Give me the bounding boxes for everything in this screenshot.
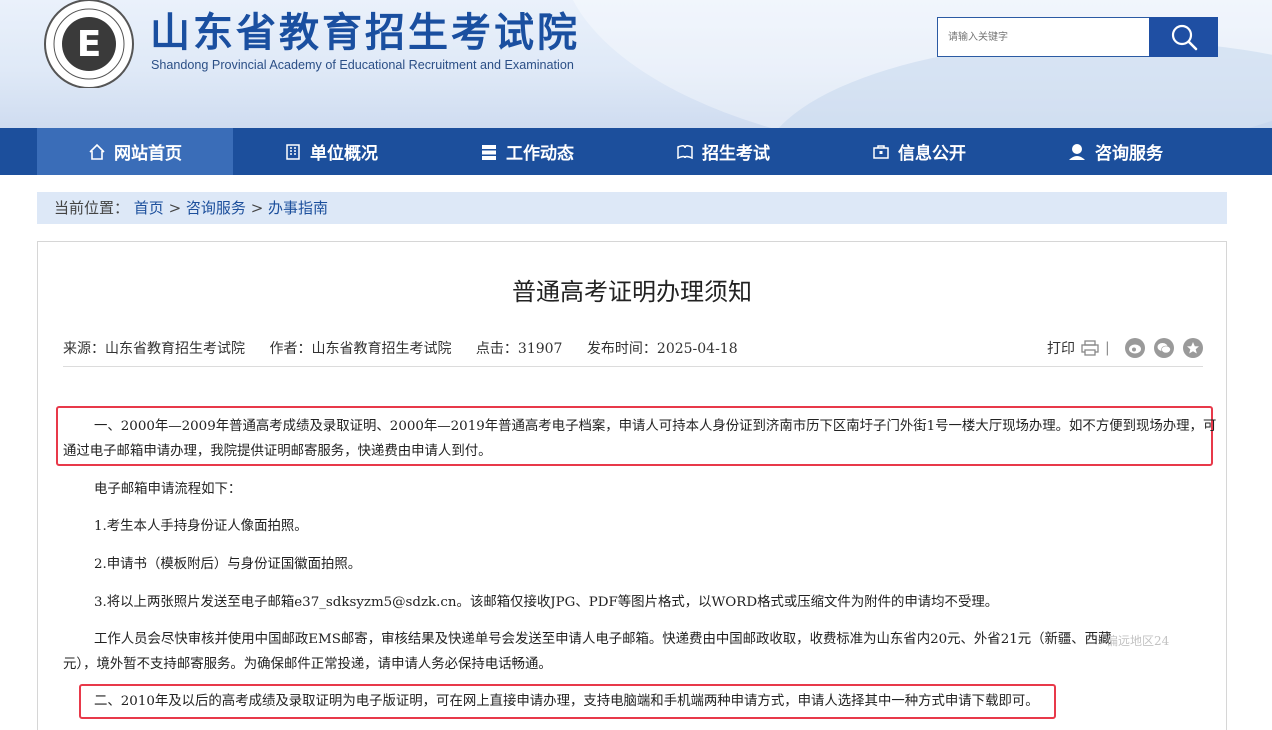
paragraph-5: 3.将以上两张照片发送至电子邮箱e37_sdksyzm5@sdzk.cn。该邮箱…	[94, 595, 999, 610]
nav-item-exam[interactable]: 招生考试	[625, 128, 821, 175]
user-support-icon	[1069, 143, 1085, 160]
paragraph-3: 1.考生本人手持身份证人像面拍照。	[94, 519, 308, 534]
weibo-share-icon[interactable]	[1124, 338, 1145, 358]
article-author: 作者：山东省教育招生考试院	[269, 341, 452, 357]
paragraph-1-line-1: 一、2000年—2009年普通高考成绩及录取证明、2000年—2019年普通高考…	[94, 419, 1217, 434]
nav-item-label: 网站首页	[114, 144, 182, 164]
search-button[interactable]	[1149, 17, 1218, 57]
main-nav: 网站首页 单位概况 工作动态 招生考试 信息公开 咨询服务	[0, 128, 1272, 175]
home-icon	[89, 143, 105, 160]
paragraph-7: 二、2010年及以后的高考成绩及录取证明为电子版证明，可在网上直接申请办理，支持…	[94, 694, 1039, 709]
nav-item-about[interactable]: 单位概况	[233, 128, 429, 175]
share-separator: |	[1105, 340, 1110, 356]
breadcrumb-separator: >	[245, 199, 269, 217]
breadcrumb: 当前位置： 首页 > 咨询服务 > 办事指南	[37, 192, 1227, 224]
article-meta: 来源：山东省教育招生考试院 作者：山东省教育招生考试院 点击：31907 发布时…	[63, 338, 758, 358]
favorite-star-icon[interactable]	[1182, 338, 1203, 358]
site-logo[interactable]: E	[42, 0, 136, 89]
site-subtitle: Shandong Provincial Academy of Education…	[151, 58, 574, 72]
breadcrumb-guide-link[interactable]: 办事指南	[268, 199, 328, 217]
paragraph-1-line-2: 通过电子邮箱申请办理，我院提供证明邮寄服务，快递费由申请人到付。	[63, 444, 492, 459]
article-title: 普通高考证明办理须知	[512, 278, 752, 306]
breadcrumb-home-link[interactable]: 首页	[134, 199, 164, 217]
site-title: 山东省教育招生考试院	[150, 10, 580, 56]
nav-item-label: 单位概况	[310, 144, 378, 164]
wechat-share-icon[interactable]	[1153, 338, 1174, 358]
paragraph-6-line-1: 工作人员会尽快审核并使用中国邮政EMS邮寄，审核结果及快递单号会发送至申请人电子…	[94, 632, 1112, 647]
nav-item-label: 咨询服务	[1095, 144, 1163, 164]
logo-letter: E	[77, 24, 102, 65]
book-icon	[677, 144, 693, 159]
search-icon	[1171, 24, 1197, 51]
article-date: 发布时间：2025-04-18	[586, 341, 738, 357]
server-icon	[482, 144, 496, 160]
article-source: 来源：山东省教育招生考试院	[63, 341, 245, 357]
nav-item-news[interactable]: 工作动态	[429, 128, 625, 175]
article-tools: 打印 |	[1047, 336, 1203, 360]
print-icon[interactable]	[1081, 340, 1099, 356]
nav-item-info[interactable]: 信息公开	[821, 128, 1017, 175]
building-icon	[286, 143, 300, 160]
nav-item-service[interactable]: 咨询服务	[1017, 128, 1213, 175]
paragraph-2: 电子邮箱申请流程如下：	[94, 482, 242, 497]
paragraph-6-line-2: 元），境外暂不支持邮寄服务。为确保邮件正常投递，请申请人务必保持电话畅通。	[63, 657, 552, 672]
breadcrumb-service-link[interactable]: 咨询服务	[186, 199, 246, 217]
watermark-text: 偏远地区24	[1106, 634, 1170, 648]
paragraph-4: 2.申请书（模板附后）与身份证国徽面拍照。	[94, 557, 362, 572]
search-input[interactable]	[938, 18, 1149, 56]
print-label[interactable]: 打印	[1047, 338, 1075, 358]
nav-item-label: 信息公开	[898, 144, 966, 164]
site-header: E 山东省教育招生考试院 Shandong Provincial Academy…	[0, 0, 1272, 128]
breadcrumb-prefix: 当前位置：	[54, 199, 130, 217]
article-clicks: 点击：31907	[475, 341, 563, 357]
nav-item-label: 招生考试	[702, 144, 770, 164]
nav-item-label: 工作动态	[506, 144, 574, 164]
briefcase-icon	[873, 144, 889, 159]
nav-item-home[interactable]: 网站首页	[37, 128, 233, 175]
meta-divider	[63, 366, 1203, 367]
breadcrumb-separator: >	[163, 199, 186, 217]
search-box[interactable]	[937, 17, 1150, 57]
